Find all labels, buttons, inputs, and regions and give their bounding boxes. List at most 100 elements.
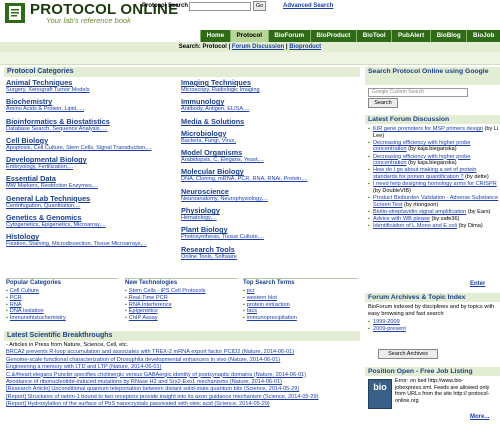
category-title-link[interactable]: Microbiology <box>181 129 357 138</box>
category-subtopics[interactable]: Photosynthesis, Tissue Culture,... <box>181 234 357 241</box>
category-subtopics[interactable]: MW Markers, Restriction Enzymes,... <box>6 183 174 190</box>
popular-category-link[interactable]: Immunohistochemistry <box>10 315 66 321</box>
category-subtopics[interactable]: Surgery, Xenograft Tumor Models <box>6 87 174 94</box>
search-term-link[interactable]: facs <box>247 308 257 314</box>
breakthroughs-heading: Latest Scientific Breakthroughs <box>4 331 360 341</box>
popular-categories-list: Cell Culture PCR RNA DNA Isolation Immun… <box>6 288 118 322</box>
forum-topic-link[interactable]: Advice with WB please <box>373 216 430 222</box>
search-scope-label: Search: Protocol | <box>178 44 232 50</box>
forum-discussion-link[interactable]: Forum Discussion <box>232 44 284 50</box>
new-technology-link[interactable]: Stem Cells - iPS Cell Protocols <box>129 288 206 294</box>
search-term-link[interactable]: western blot <box>247 295 277 301</box>
forum-topic-link[interactable]: KIR gene promoters for MSP primers desig… <box>373 126 483 132</box>
go-button[interactable]: Go <box>253 1 266 11</box>
search-term-link[interactable]: immunoprecipitation <box>247 315 297 321</box>
category-title-link[interactable]: Immunology <box>181 97 357 106</box>
forum-enter-link[interactable]: Enter <box>470 281 485 287</box>
category-subtopics[interactable]: Centrifugation, Quantitation,... <box>6 203 174 210</box>
categories-left-column: Animal Techniques Surgery, Xenograft Tumo… <box>6 78 174 252</box>
nav-tab-home[interactable]: Home <box>200 30 230 42</box>
category-subtopics[interactable]: Bacteria, Fungi, Virus, <box>181 138 357 145</box>
search-term-link[interactable]: protein extraction <box>247 302 290 308</box>
logo-icon[interactable] <box>5 3 25 23</box>
category-subtopics[interactable]: Fixation, Staining, Microdissection, Tis… <box>6 241 174 248</box>
nav-tab-bioproduct[interactable]: BioProduct <box>309 30 356 42</box>
category-title-link[interactable]: Imaging Techniques <box>181 78 357 87</box>
popular-category-link[interactable]: PCR <box>10 295 22 301</box>
forum-topic-link[interactable]: Identification of L.Mono and E.coli <box>373 223 457 229</box>
category-subtopics[interactable]: Microscopy, Radiologic Imaging <box>181 87 357 94</box>
category-title-link[interactable]: Physiology <box>181 206 357 215</box>
archive-period-link[interactable]: 2009-present <box>368 326 498 333</box>
nav-tab-bioforum[interactable]: BioForum <box>267 30 310 42</box>
popular-category-link[interactable]: RNA <box>10 302 22 308</box>
category-title-link[interactable]: Bioinformatics & Biostatistics <box>6 117 174 126</box>
nav-tab-biotool[interactable]: BioTool <box>356 30 391 42</box>
category-subtopics[interactable]: Embryology, Fertilization,... <box>6 164 174 171</box>
category-title-link[interactable]: Biochemistry <box>6 97 174 106</box>
search-archives-button[interactable]: Search Archives <box>378 349 438 359</box>
search-term-link[interactable]: pcr <box>247 288 255 294</box>
category-block: Microbiology Bacteria, Fungi, Virus, <box>181 129 357 145</box>
breakthrough-article-link[interactable]: [Report] Hydroxylation of the surface of… <box>6 401 362 408</box>
category-title-link[interactable]: Developmental Biology <box>6 155 174 164</box>
category-subtopics[interactable]: Amino Acids & Protein, Lipid, ... <box>6 106 174 113</box>
category-title-link[interactable]: Animal Techniques <box>6 78 174 87</box>
new-technology-link[interactable]: RNA Interference <box>129 302 172 308</box>
nav-tab-protocol[interactable]: Protocol <box>229 30 268 42</box>
category-subtopics[interactable]: Hematology,... <box>181 215 357 222</box>
forum-topic-link[interactable]: Biotin-streptavidin signal amplification <box>373 209 466 215</box>
google-search-heading: Search Protocol Online using Google <box>365 67 500 85</box>
new-technology-link[interactable]: ChIP Assay <box>129 315 158 321</box>
category-subtopics[interactable]: Antibody, Antigen, ELISA,... <box>181 106 357 113</box>
category-block: Molecular Biology DNA, Cloning, mRNA, PCR… <box>181 167 357 183</box>
category-title-link[interactable]: Media & Solutions <box>181 117 357 126</box>
category-title-link[interactable]: Research Tools <box>181 245 357 254</box>
popular-category-link[interactable]: DNA Isolation <box>10 308 44 314</box>
category-subtopics[interactable]: Arabidopsis, C. Elegans, Yeast,... <box>181 157 357 164</box>
category-subtopics[interactable]: Apoptosis, Cell Culture, Stem Cells, Sig… <box>6 145 174 152</box>
breakthrough-article-link[interactable]: [Research Article] Unconditional quantum… <box>6 386 362 393</box>
new-technologies-list: Stem Cells - iPS Cell Protocols Real-Tim… <box>125 288 238 322</box>
breakthrough-article-link[interactable]: C.&#heart;elegans Punctin specifies chol… <box>6 372 362 379</box>
breakthrough-article-link[interactable]: [Report] Structures of netrin-1 bound to… <box>6 394 362 401</box>
category-title-link[interactable]: Histology <box>6 232 174 241</box>
category-title-link[interactable]: Molecular Biology <box>181 167 357 176</box>
more-jobs-link[interactable]: More... <box>470 414 489 420</box>
breakthrough-article-link[interactable]: Avoidance of ribonucleotide-induced muta… <box>6 379 362 386</box>
search-input[interactable] <box>189 2 251 11</box>
google-search-button[interactable]: Search <box>368 98 398 108</box>
category-subtopics[interactable]: Neuroanatomy, Neurophysiology,... <box>181 196 357 203</box>
breakthrough-article-link[interactable]: Engineering a memory with LTD and LTP (N… <box>6 364 362 371</box>
breakthrough-article-link[interactable]: Genome-scale functional characterization… <box>6 357 362 364</box>
nav-tab-bioblog[interactable]: BioBlog <box>429 30 466 42</box>
category-title-link[interactable]: Model Organisms <box>181 148 357 157</box>
category-subtopics[interactable]: Cytogenetics, Epigenetics, Microarray,..… <box>6 222 174 229</box>
category-block: Physiology Hematology,... <box>181 206 357 222</box>
popular-category-link[interactable]: Cell Culture <box>10 288 39 294</box>
category-title-link[interactable]: General Lab Techniques <box>6 194 174 203</box>
category-subtopics[interactable]: DNA, Cloning, mRNA, PCR, RNA, RNAi, Prot… <box>181 176 357 183</box>
biojob-logo[interactable]: bio <box>368 379 392 409</box>
new-technology-link[interactable]: Epigenetics <box>129 308 158 314</box>
category-subtopics[interactable]: Database Search, Sequence Analysis, ... <box>6 126 174 133</box>
bioproduct-link[interactable]: Bioproduct <box>289 44 321 50</box>
category-title-link[interactable]: Neuroscience <box>181 187 357 196</box>
category-title-link[interactable]: Cell Biology <box>6 136 174 145</box>
archives-description: BioForum indexed by disciplines and by t… <box>368 304 495 317</box>
new-technology-link[interactable]: Real-Time PCR <box>129 295 168 301</box>
archive-period-link[interactable]: 1999-2009 <box>368 319 498 326</box>
category-title-link[interactable]: Plant Biology <box>181 225 357 234</box>
breakthrough-article-link[interactable]: BRCA2 prevents R-loop accumulation and a… <box>6 349 362 356</box>
forum-topic-link[interactable]: I need help designing homology arms for … <box>373 181 497 187</box>
google-search-input[interactable]: Google Custom Search <box>368 88 468 97</box>
category-subtopics[interactable]: Online Tools, Software <box>181 254 357 261</box>
job-feed-error-text: Error: on bed http://www.bio-jobexpress.… <box>395 378 490 404</box>
category-title-link[interactable]: Essential Data <box>6 174 174 183</box>
category-block: Imaging Techniques Microscopy, Radiologic… <box>181 78 357 94</box>
advanced-search-link[interactable]: Advanced Search <box>283 3 333 9</box>
nav-tab-biojob[interactable]: BioJob <box>466 30 500 42</box>
nav-tab-pubalert[interactable]: PubAlert <box>391 30 430 42</box>
category-title-link[interactable]: Genetics & Genomics <box>6 213 174 222</box>
forum-topic-link[interactable]: How do I go about making a set of protei… <box>373 167 477 180</box>
